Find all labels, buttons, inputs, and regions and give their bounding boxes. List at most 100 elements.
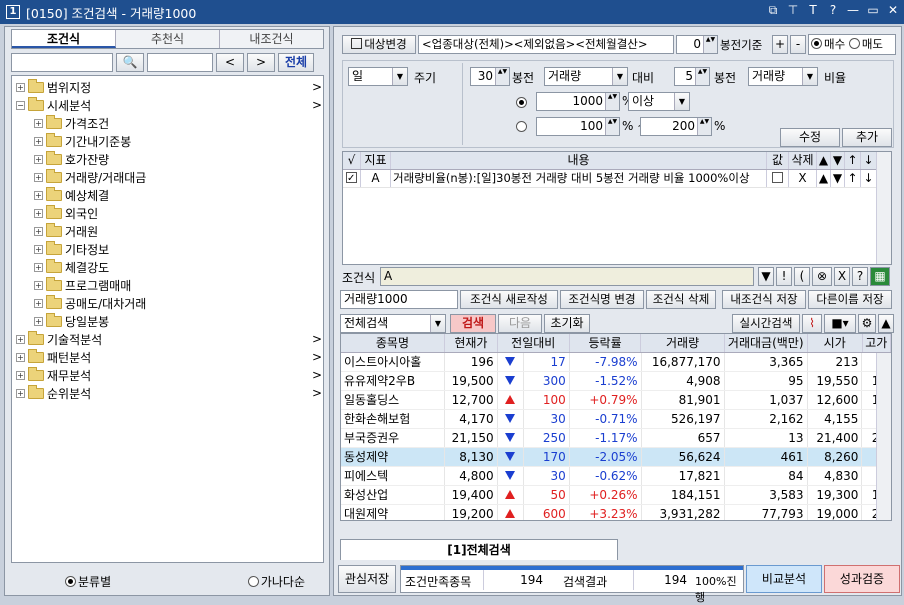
menu-icon[interactable]: ■▾ bbox=[824, 314, 856, 333]
expand-icon[interactable]: + bbox=[16, 352, 25, 362]
delete-cond-button[interactable]: 조건식 삭제 bbox=[646, 290, 716, 309]
tree-node[interactable]: + 외국인 bbox=[34, 204, 321, 222]
table-row[interactable]: 대원제약 19,200 600 +3.23% 3,931,282 77,793 19,000… bbox=[341, 505, 891, 520]
radio-alphabet[interactable]: 가나다순 bbox=[247, 573, 305, 590]
chevron-right-icon[interactable]: > bbox=[312, 80, 322, 94]
expand-icon[interactable]: + bbox=[34, 298, 43, 308]
save-as-button[interactable]: 다른이름 저장 bbox=[808, 290, 892, 309]
reset-button[interactable]: 초기화 bbox=[544, 314, 590, 333]
dropdown-button[interactable]: ▼ bbox=[758, 267, 774, 286]
checkbox[interactable] bbox=[772, 172, 783, 183]
rename-cond-button[interactable]: 조건식명 변경 bbox=[560, 290, 644, 309]
expand-icon[interactable]: + bbox=[16, 388, 25, 398]
sel2-select[interactable]: 거래량 ▼ bbox=[748, 67, 818, 86]
minimize-icon[interactable]: — bbox=[846, 3, 860, 18]
expand-icon[interactable]: + bbox=[34, 244, 43, 254]
plus-button[interactable]: + bbox=[772, 35, 788, 54]
tab-recommend[interactable]: 추천식 bbox=[116, 30, 220, 48]
help-icon[interactable]: ? bbox=[826, 3, 840, 18]
n1-spinner[interactable]: 30 bbox=[470, 67, 510, 86]
table-row[interactable]: 일동홀딩스12,700100+0.79%81,9011,03712,60013 bbox=[341, 391, 891, 410]
column-header[interactable]: 고가 bbox=[863, 334, 891, 352]
delete-button[interactable]: X bbox=[789, 170, 817, 187]
next-button[interactable]: 다음 bbox=[498, 314, 542, 333]
minus-button[interactable]: - bbox=[790, 35, 806, 54]
column-header[interactable]: 등락률 bbox=[570, 334, 642, 352]
column-header[interactable]: 거래량 bbox=[641, 334, 725, 352]
tree-node[interactable]: + 체결강도 bbox=[34, 258, 321, 276]
expand-icon[interactable]: + bbox=[34, 172, 43, 182]
tree-node[interactable]: + 기간내기준봉 bbox=[34, 132, 321, 150]
expand-icon[interactable]: + bbox=[34, 136, 43, 146]
expand-icon[interactable]: + bbox=[34, 154, 43, 164]
column-header[interactable]: 거래대금(백만) bbox=[725, 334, 808, 352]
realtime-search-button[interactable]: 실시간검색 bbox=[732, 314, 800, 333]
pin-icon[interactable]: ⊤ bbox=[786, 3, 800, 18]
edit-button[interactable]: 수정 bbox=[780, 128, 840, 147]
expand-icon[interactable]: + bbox=[16, 82, 25, 92]
help-button[interactable]: ? bbox=[852, 267, 868, 286]
chevron-right-icon[interactable]: > bbox=[312, 332, 322, 346]
save-interest-button[interactable]: 관심저장 bbox=[338, 565, 396, 593]
v2-spinner[interactable]: 100 bbox=[536, 117, 620, 136]
chevron-right-icon[interactable]: > bbox=[312, 350, 322, 364]
table-row[interactable]: 이스트아시아홀 196 17 -7.98% 16,877,170 3,365 213 bbox=[341, 353, 891, 372]
move-down-button[interactable]: ▼ bbox=[831, 170, 845, 187]
table-scrollbar[interactable] bbox=[876, 353, 891, 520]
excel-icon[interactable]: ▦ bbox=[870, 267, 890, 286]
chart-icon[interactable]: ⌇ bbox=[802, 314, 822, 333]
expand-icon[interactable]: + bbox=[34, 316, 43, 326]
all-button[interactable]: 전체 bbox=[278, 53, 314, 72]
tab-my-condition[interactable]: 내조건식 bbox=[220, 30, 323, 48]
move-bottom-button[interactable]: ↓ bbox=[861, 170, 877, 187]
n2-spinner[interactable]: 5 bbox=[674, 67, 710, 86]
expand-icon[interactable]: + bbox=[34, 280, 43, 290]
tab-result-all[interactable]: [1]전체검색 bbox=[340, 539, 618, 560]
search-icon[interactable]: 🔍 bbox=[116, 53, 144, 72]
add-button[interactable]: 추가 bbox=[842, 128, 892, 147]
new-cond-button[interactable]: 조건식 새로작성 bbox=[460, 290, 558, 309]
radio-category[interactable]: 분류별 bbox=[65, 573, 111, 590]
table-row[interactable]: 동성제약8,130170-2.05%56,6244618,2608 bbox=[341, 448, 891, 467]
move-top-button[interactable]: ↑ bbox=[845, 170, 861, 187]
radio-mode-1[interactable] bbox=[516, 97, 527, 108]
next-button[interactable]: > bbox=[247, 53, 275, 72]
chevron-right-icon[interactable]: > bbox=[312, 386, 322, 400]
search-input[interactable] bbox=[11, 53, 113, 72]
tree-node[interactable]: + 예상체결 bbox=[34, 186, 321, 204]
cond-formula-input[interactable]: A bbox=[380, 267, 754, 286]
scope-select[interactable]: 전체검색 ▼ bbox=[340, 314, 446, 333]
layout-icon[interactable]: ⧉ bbox=[766, 3, 780, 18]
search-button[interactable]: 검색 bbox=[450, 314, 496, 333]
table-row[interactable]: 화성산업19,40050+0.26%184,1513,58319,30019 bbox=[341, 486, 891, 505]
expand-icon[interactable]: + bbox=[34, 208, 43, 218]
radio-sell[interactable]: 매도 bbox=[848, 37, 883, 51]
tree-node[interactable]: + 거래원 bbox=[34, 222, 321, 240]
prev-button[interactable]: < bbox=[216, 53, 244, 72]
checkbox[interactable] bbox=[346, 170, 357, 187]
search-input-2[interactable] bbox=[147, 53, 213, 72]
period-select[interactable]: 일 ▼ bbox=[348, 67, 408, 86]
radio-buy[interactable]: 매수 bbox=[811, 37, 845, 51]
move-up-button[interactable]: ▲ bbox=[817, 170, 831, 187]
gear-icon[interactable]: ⚙ bbox=[858, 314, 876, 333]
table-row[interactable]: 피에스텍4,80030-0.62%17,821844,8304 bbox=[341, 467, 891, 486]
column-header[interactable]: 종목명 bbox=[341, 334, 445, 352]
table-row[interactable]: 유유제약2우B19,500300-1.52%4,9089519,55019 bbox=[341, 372, 891, 391]
expand-icon[interactable]: + bbox=[34, 190, 43, 200]
tree-node[interactable]: + 가격조건 bbox=[34, 114, 321, 132]
column-header[interactable]: 시가 bbox=[808, 334, 863, 352]
tree-node[interactable]: + 기타정보 bbox=[34, 240, 321, 258]
chevron-right-icon[interactable]: > bbox=[312, 98, 322, 112]
xor-button[interactable]: ⊗ bbox=[812, 267, 832, 286]
radio-mode-2[interactable] bbox=[516, 121, 527, 132]
chevron-right-icon[interactable]: > bbox=[312, 368, 322, 382]
indicator-scrollbar[interactable] bbox=[876, 152, 891, 264]
sel1-select[interactable]: 거래량 ▼ bbox=[544, 67, 628, 86]
column-header[interactable]: 현재가 bbox=[445, 334, 498, 352]
expand-icon[interactable]: + bbox=[16, 334, 25, 344]
indicator-row[interactable]: A 거래량비율(n봉):[일]30봉전 거래량 대비 5봉전 거래량 비율 10… bbox=[343, 170, 891, 188]
v1-spinner[interactable]: 1000 bbox=[536, 92, 620, 111]
target-change-button[interactable]: 대상변경 bbox=[342, 35, 416, 54]
tree-node[interactable]: + 범위지정 > bbox=[16, 78, 322, 96]
